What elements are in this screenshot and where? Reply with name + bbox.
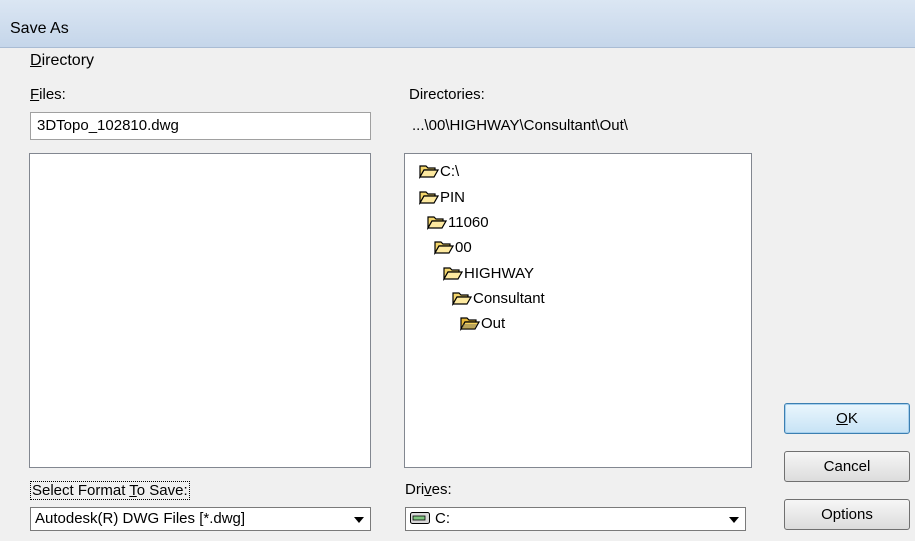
ok-button-accel: O [836,410,848,427]
menu-bar: Directory [0,48,915,74]
format-label-focus: Select Format To Save: [30,481,190,500]
window-title: Save As [10,20,69,37]
drives-select[interactable]: C: [405,507,746,531]
directories-label: Directories: [409,86,485,103]
tree-item-c-drive[interactable]: C:\ [419,160,459,182]
cancel-button[interactable]: Cancel [784,451,910,482]
menu-directory[interactable]: Directory [30,52,94,70]
tree-item-pin[interactable]: PIN [419,186,465,208]
drives-label: Drives: [405,481,452,498]
selected-open-folder-icon [460,317,480,331]
format-label-accel: T [129,482,137,499]
open-folder-icon [434,241,454,255]
open-folder-icon [419,191,439,205]
tree-item-label: Out [481,314,506,332]
current-directory-path: ...\00\HIGHWAY\Consultant\Out\ [412,117,628,134]
drive-icon [410,511,430,524]
options-button[interactable]: Options [784,499,910,530]
tree-item-label: 00 [455,238,472,256]
drives-label-b: es: [431,481,452,498]
files-label: Files: [30,86,66,103]
format-selected-value: Autodesk(R) DWG Files [*.dwg] [35,510,246,527]
tree-item-label: PIN [440,188,466,206]
menu-directory-accel: D [30,52,42,69]
directories-tree[interactable]: C:\ PIN 11060 00 HIGHWAY Consultant Out [404,153,752,468]
tree-item-highway[interactable]: HIGHWAY [443,262,534,284]
ok-button[interactable]: OK [784,403,910,434]
tree-item-label: C:\ [440,162,460,180]
drives-label-a: Dri [405,481,425,498]
chevron-down-icon [729,517,739,523]
menu-directory-label: irectory [41,52,95,69]
files-label-accel: F [30,86,40,103]
tree-item-consultant[interactable]: Consultant [452,287,545,309]
tree-item-out[interactable]: Out [460,312,505,334]
tree-item-00[interactable]: 00 [434,236,472,258]
options-button-label: Options [821,506,873,523]
drives-selected-value: C: [435,510,450,527]
format-select[interactable]: Autodesk(R) DWG Files [*.dwg] [30,507,371,531]
files-list[interactable] [29,153,371,468]
cancel-button-label: Cancel [823,458,871,475]
open-folder-icon [419,165,439,179]
chevron-down-icon [354,517,364,523]
tree-item-11060[interactable]: 11060 [427,211,489,233]
filename-input[interactable]: 3DTopo_102810.dwg [30,112,371,140]
format-label-a: Select Format [32,482,130,499]
tree-item-label: HIGHWAY [464,264,534,282]
open-folder-icon [452,292,472,306]
format-label: Select Format To Save: [30,481,190,500]
open-folder-icon [427,216,447,230]
drives-label-accel: v [424,481,432,498]
tree-item-label: 11060 [448,213,489,231]
ok-button-label: K [847,410,858,427]
title-bar: Save As [0,0,915,48]
open-folder-icon [443,267,463,281]
tree-item-label: Consultant [473,289,545,307]
format-label-b: o Save: [136,482,188,499]
files-label-text: iles: [39,86,66,103]
